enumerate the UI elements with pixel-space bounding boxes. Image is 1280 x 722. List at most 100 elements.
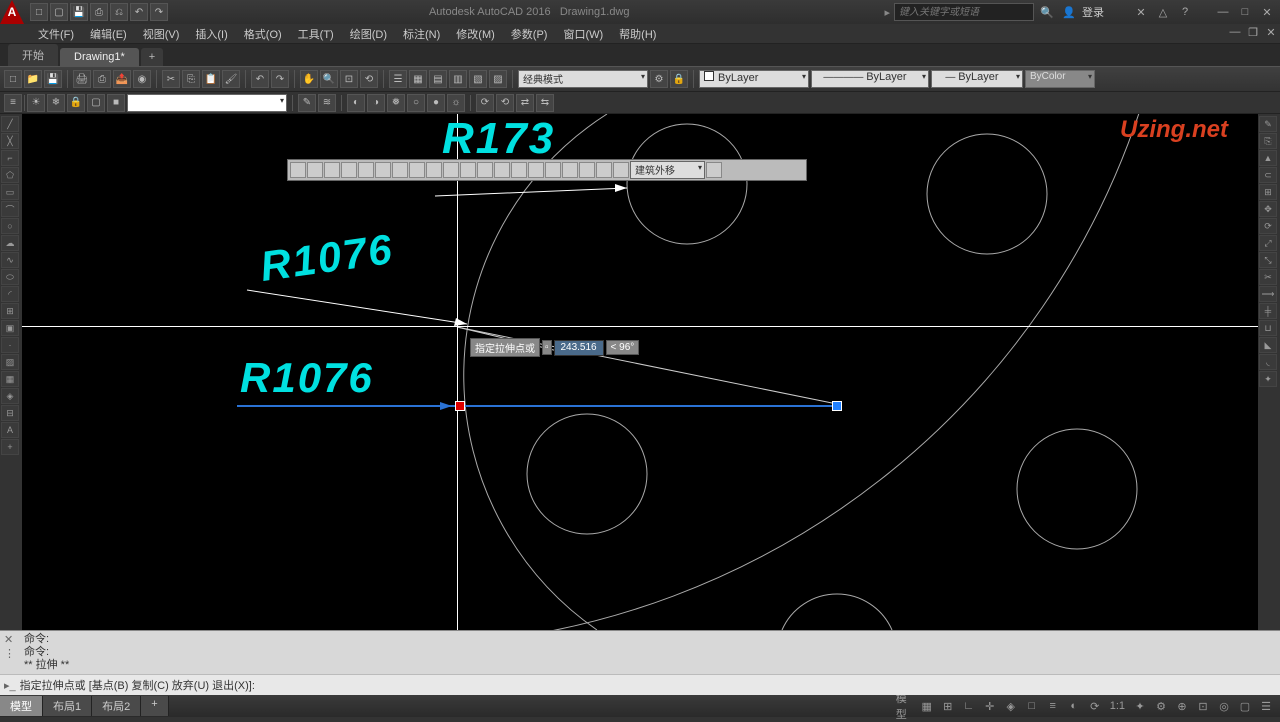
dimstyle-dropdown[interactable]: 建筑外移 <box>630 161 705 179</box>
tab-model[interactable]: 模型 <box>0 696 43 716</box>
block-icon[interactable]: ▣ <box>1 320 19 336</box>
layeroff-icon[interactable]: ○ <box>407 94 425 112</box>
erase-icon[interactable]: ✎ <box>1259 116 1277 132</box>
hardware-icon[interactable]: ⊡ <box>1193 697 1213 715</box>
layercolor-icon[interactable]: ■ <box>107 94 125 112</box>
toolpal-icon[interactable]: ▤ <box>429 70 447 88</box>
dimquick-icon[interactable] <box>426 162 442 178</box>
grip-endpoint[interactable] <box>832 401 842 411</box>
explode-icon[interactable]: ✦ <box>1259 371 1277 387</box>
markup-icon[interactable]: ▧ <box>469 70 487 88</box>
doc-minimize-button[interactable]: — <box>1226 24 1244 40</box>
dimang-icon[interactable] <box>409 162 425 178</box>
tab-layout2[interactable]: 布局2 <box>92 696 141 716</box>
chamfer-icon[interactable]: ◣ <box>1259 337 1277 353</box>
line-icon[interactable]: ╱ <box>1 116 19 132</box>
layermore3-icon[interactable]: ⇄ <box>516 94 534 112</box>
polar-icon[interactable]: ✛ <box>980 697 1000 715</box>
dimupdate-icon[interactable] <box>613 162 629 178</box>
open-icon[interactable]: 📁 <box>24 70 42 88</box>
break-icon[interactable]: ╪ <box>1259 303 1277 319</box>
dimjogline-icon[interactable] <box>562 162 578 178</box>
3ddwf-icon[interactable]: ◉ <box>133 70 151 88</box>
arc-icon[interactable]: ⌒ <box>1 201 19 217</box>
dimrad-icon[interactable] <box>358 162 374 178</box>
polygon-icon[interactable]: ⬠ <box>1 167 19 183</box>
save-icon[interactable]: 💾 <box>44 70 62 88</box>
help-icon[interactable]: ? <box>1176 4 1194 20</box>
circle-icon[interactable]: ○ <box>1 218 19 234</box>
isodraft-icon[interactable]: ◈ <box>1001 697 1021 715</box>
dimlinear-icon[interactable] <box>290 162 306 178</box>
dimcont-icon[interactable] <box>460 162 476 178</box>
annoscale[interactable]: 1:1 <box>1106 697 1129 715</box>
matchprop-icon[interactable]: 🖌 <box>222 70 240 88</box>
cycling-icon[interactable]: ⟳ <box>1085 697 1105 715</box>
join-icon[interactable]: ⊔ <box>1259 320 1277 336</box>
exchange-icon[interactable]: ✕ <box>1132 4 1150 20</box>
menu-window[interactable]: 窗口(W) <box>555 24 611 43</box>
qat-saveas-icon[interactable]: ⎙ <box>90 3 108 21</box>
sheetset-icon[interactable]: ▥ <box>449 70 467 88</box>
designctr-icon[interactable]: ▦ <box>409 70 427 88</box>
spline-icon[interactable]: ∿ <box>1 252 19 268</box>
layermore1-icon[interactable]: ⟳ <box>476 94 494 112</box>
dimspace-icon[interactable] <box>477 162 493 178</box>
move-icon[interactable]: ✥ <box>1259 201 1277 217</box>
menu-tools[interactable]: 工具(T) <box>290 24 342 43</box>
layeruniso-icon[interactable]: ◑ <box>367 94 385 112</box>
infocenter-arrow-icon[interactable]: ▸ <box>884 6 890 19</box>
gradient-icon[interactable]: ▦ <box>1 371 19 387</box>
layermatch-icon[interactable]: ≋ <box>318 94 336 112</box>
color-dropdown[interactable]: ByLayer <box>699 70 809 88</box>
plotstyle-dropdown[interactable]: ByColor <box>1025 70 1095 88</box>
undo-icon[interactable]: ↶ <box>251 70 269 88</box>
layermore4-icon[interactable]: ⇆ <box>536 94 554 112</box>
linetype-dropdown[interactable]: ———— ByLayer <box>811 70 929 88</box>
layermake-icon[interactable]: ✎ <box>298 94 316 112</box>
dyn-distance-input[interactable] <box>554 340 604 356</box>
layerstate-icon[interactable]: ☀ <box>27 94 45 112</box>
pline-icon[interactable]: ⌐ <box>1 150 19 166</box>
dimedit-icon[interactable] <box>579 162 595 178</box>
grip-hot[interactable] <box>455 401 465 411</box>
dimjog-icon[interactable] <box>375 162 391 178</box>
layerthaw-icon[interactable]: ☼ <box>447 94 465 112</box>
tab-layout1[interactable]: 布局1 <box>43 696 92 716</box>
redo-icon[interactable]: ↷ <box>271 70 289 88</box>
status-model-label[interactable]: 模型 <box>896 697 916 715</box>
qat-redo-icon[interactable]: ↷ <box>150 3 168 21</box>
trim-icon[interactable]: ✂ <box>1259 269 1277 285</box>
menu-edit[interactable]: 编辑(E) <box>82 24 135 43</box>
revcloud-icon[interactable]: ☁ <box>1 235 19 251</box>
isolate-icon[interactable]: ◎ <box>1214 697 1234 715</box>
layeron-icon[interactable]: ❄ <box>47 94 65 112</box>
array-icon[interactable]: ⊞ <box>1259 184 1277 200</box>
point-icon[interactable]: · <box>1 337 19 353</box>
ellipse-icon[interactable]: ⬭ <box>1 269 19 285</box>
table-icon[interactable]: ⊟ <box>1 405 19 421</box>
qat-undo-icon[interactable]: ↶ <box>130 3 148 21</box>
annomonitor-icon[interactable]: ⊕ <box>1172 697 1192 715</box>
qat-save-icon[interactable]: 💾 <box>70 3 88 21</box>
pan-icon[interactable]: ✋ <box>300 70 318 88</box>
menu-format[interactable]: 格式(O) <box>236 24 290 43</box>
preview-icon[interactable]: ⎙ <box>93 70 111 88</box>
zoomwin-icon[interactable]: ⊡ <box>340 70 358 88</box>
workspace-dropdown[interactable]: 经典模式 <box>518 70 648 88</box>
qat-new-icon[interactable]: □ <box>30 3 48 21</box>
stretch-icon[interactable]: ⤡ <box>1259 252 1277 268</box>
tab-add-layout[interactable]: + <box>141 696 168 716</box>
layeron2-icon[interactable]: ● <box>427 94 445 112</box>
diminspect-icon[interactable] <box>545 162 561 178</box>
ortho-icon[interactable]: ∟ <box>959 697 979 715</box>
user-icon[interactable]: 👤 <box>1060 4 1078 20</box>
search-icon[interactable]: 🔍 <box>1038 4 1056 20</box>
doc-restore-button[interactable]: ❐ <box>1244 24 1262 40</box>
xline-icon[interactable]: ╳ <box>1 133 19 149</box>
cut-icon[interactable]: ✂ <box>162 70 180 88</box>
zoomprev-icon[interactable]: ⟲ <box>360 70 378 88</box>
command-line[interactable]: ▸_ 指定拉伸点或 [基点(B) 复制(C) 放弃(U) 退出(X)]: <box>0 675 1280 695</box>
tab-start[interactable]: 开始 <box>8 44 58 66</box>
dimstyle-icon[interactable] <box>706 162 722 178</box>
